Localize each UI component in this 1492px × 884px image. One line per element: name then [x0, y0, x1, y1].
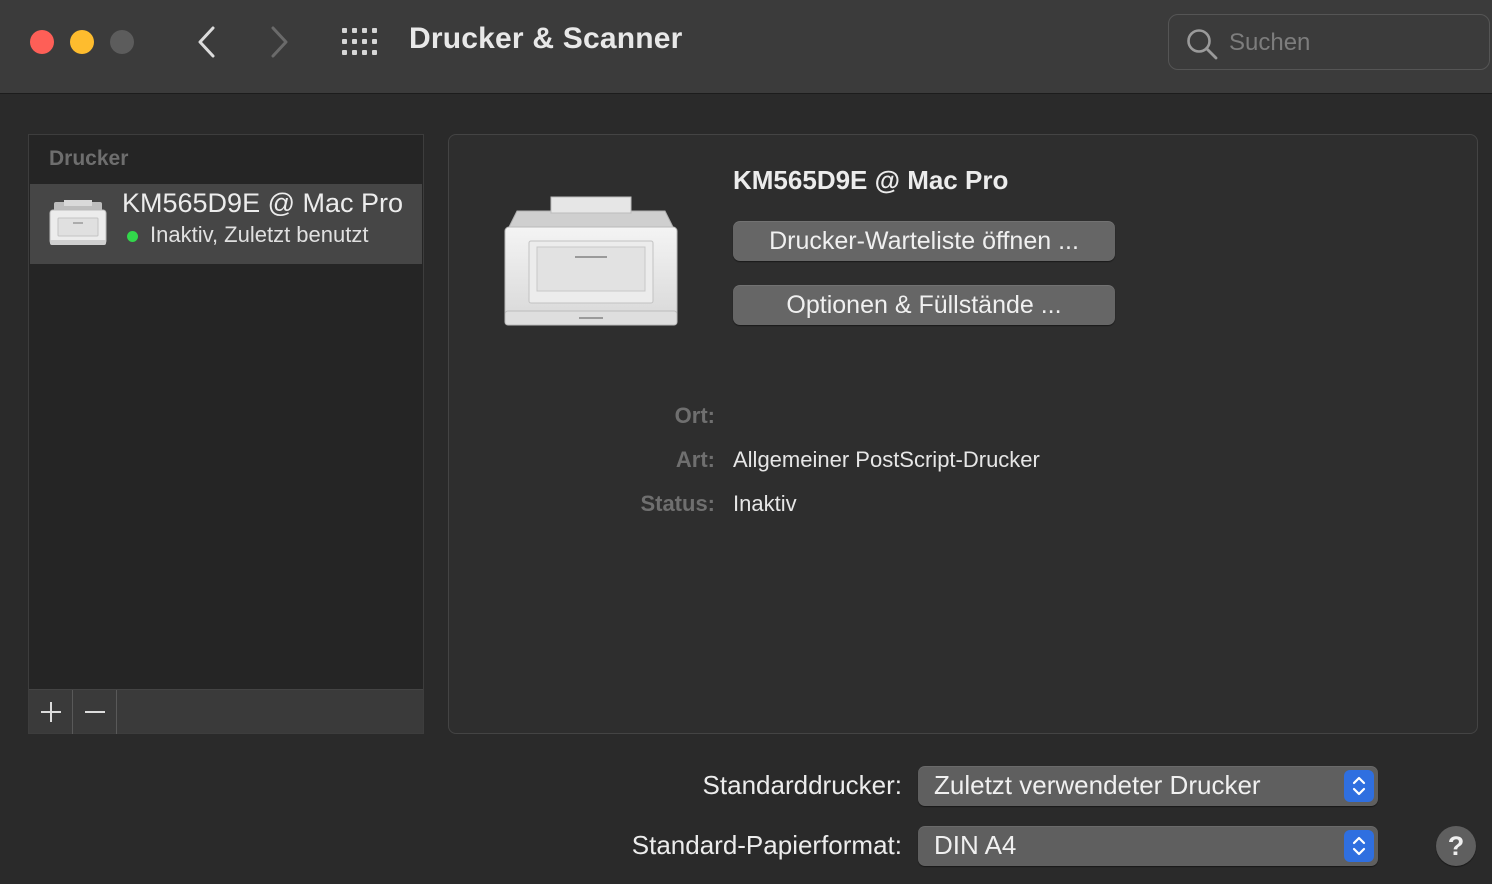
minus-icon — [84, 711, 105, 713]
kind-label: Art: — [675, 447, 715, 472]
paper-size-value: DIN A4 — [934, 830, 1017, 860]
updown-chevron-icon — [1344, 830, 1374, 862]
status-value: Inaktiv — [733, 491, 797, 516]
default-printer-label: Standarddrucker: — [702, 770, 902, 800]
printer-list-header: Drucker — [49, 147, 129, 170]
search-field[interactable] — [1168, 14, 1490, 70]
kind-value: Allgemeiner PostScript-Drucker — [733, 447, 1040, 472]
paper-size-select[interactable]: DIN A4 — [918, 826, 1378, 866]
options-supplies-button[interactable]: Optionen & Füllstände ... — [733, 285, 1115, 325]
show-all-button[interactable] — [340, 26, 380, 58]
printer-name-heading: KM565D9E @ Mac Pro — [733, 165, 1009, 195]
help-button[interactable]: ? — [1436, 826, 1476, 866]
printer-image-icon — [504, 196, 678, 326]
location-label: Ort: — [674, 403, 715, 428]
zoom-window-button[interactable] — [110, 30, 134, 54]
status-dot-icon — [127, 231, 138, 242]
printer-detail-panel: KM565D9E @ Mac Pro Drucker-Warteliste öf… — [448, 134, 1478, 734]
printer-list-item-status: Inaktiv, Zuletzt benutzt — [150, 222, 369, 247]
title-bar: Drucker & Scanner — [0, 0, 1492, 94]
status-label: Status: — [640, 491, 715, 516]
search-icon — [1187, 29, 1218, 60]
list-toolbar — [29, 689, 423, 734]
default-printer-select[interactable]: Zuletzt verwendeter Drucker — [918, 766, 1378, 806]
paper-size-label: Standard-Papierformat: — [631, 830, 902, 860]
back-button[interactable] — [188, 22, 224, 62]
printer-list: Drucker KM565D9E @ Mac Pro Inaktiv, Zule… — [28, 134, 424, 734]
grid-icon — [342, 28, 377, 55]
default-printer-value: Zuletzt verwendeter Drucker — [934, 770, 1261, 800]
remove-printer-button[interactable] — [73, 690, 117, 734]
printer-list-item-name: KM565D9E @ Mac Pro — [122, 188, 404, 218]
close-window-button[interactable] — [30, 30, 54, 54]
window-title: Drucker & Scanner — [409, 22, 683, 55]
plus-icon — [40, 702, 61, 722]
printer-list-item[interactable]: KM565D9E @ Mac Pro Inaktiv, Zuletzt benu… — [30, 184, 422, 264]
chevron-right-icon — [271, 26, 288, 58]
minimize-window-button[interactable] — [70, 30, 94, 54]
chevron-left-icon — [198, 26, 215, 58]
forward-button[interactable] — [262, 22, 298, 62]
open-print-queue-button[interactable]: Drucker-Warteliste öffnen ... — [733, 221, 1115, 261]
add-printer-button[interactable] — [29, 690, 73, 734]
printer-icon — [49, 200, 107, 245]
search-input[interactable] — [1229, 27, 1479, 59]
updown-chevron-icon — [1344, 770, 1374, 802]
